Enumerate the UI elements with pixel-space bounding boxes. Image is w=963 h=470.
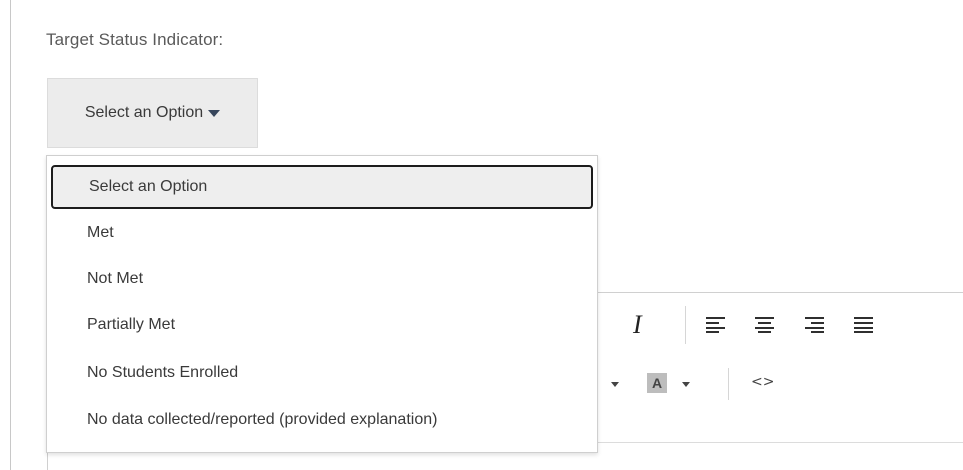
target-status-label: Target Status Indicator:: [46, 30, 224, 49]
toolbar-divider: [685, 306, 686, 344]
toolbar-divider: [728, 368, 729, 400]
chevron-down-icon[interactable]: [682, 382, 690, 387]
align-justify-icon[interactable]: [854, 317, 873, 333]
option-not-met[interactable]: Not Met: [47, 257, 597, 301]
code-view-icon[interactable]: <>: [751, 374, 774, 390]
option-select-an-option[interactable]: Select an Option: [51, 165, 593, 209]
italic-button[interactable]: I: [633, 310, 642, 340]
option-met[interactable]: Met: [47, 211, 597, 255]
select-current-value: Select an Option: [84, 104, 204, 121]
select-dropdown-menu: Select an Option Met Not Met Partially M…: [46, 155, 598, 453]
align-left-icon[interactable]: [706, 317, 725, 333]
option-partially-met[interactable]: Partially Met: [47, 303, 597, 347]
align-center-icon[interactable]: [755, 317, 774, 333]
caret-down-icon: [208, 109, 221, 117]
target-status-select[interactable]: Select an Option: [47, 78, 258, 148]
chevron-down-icon[interactable]: [611, 382, 619, 387]
font-color-icon[interactable]: A: [647, 373, 667, 393]
panel-left-border: [10, 0, 11, 470]
option-no-students-enrolled[interactable]: No Students Enrolled: [47, 351, 597, 395]
align-right-icon[interactable]: [805, 317, 824, 333]
option-no-data-collected[interactable]: No data collected/reported (provided exp…: [47, 398, 597, 442]
